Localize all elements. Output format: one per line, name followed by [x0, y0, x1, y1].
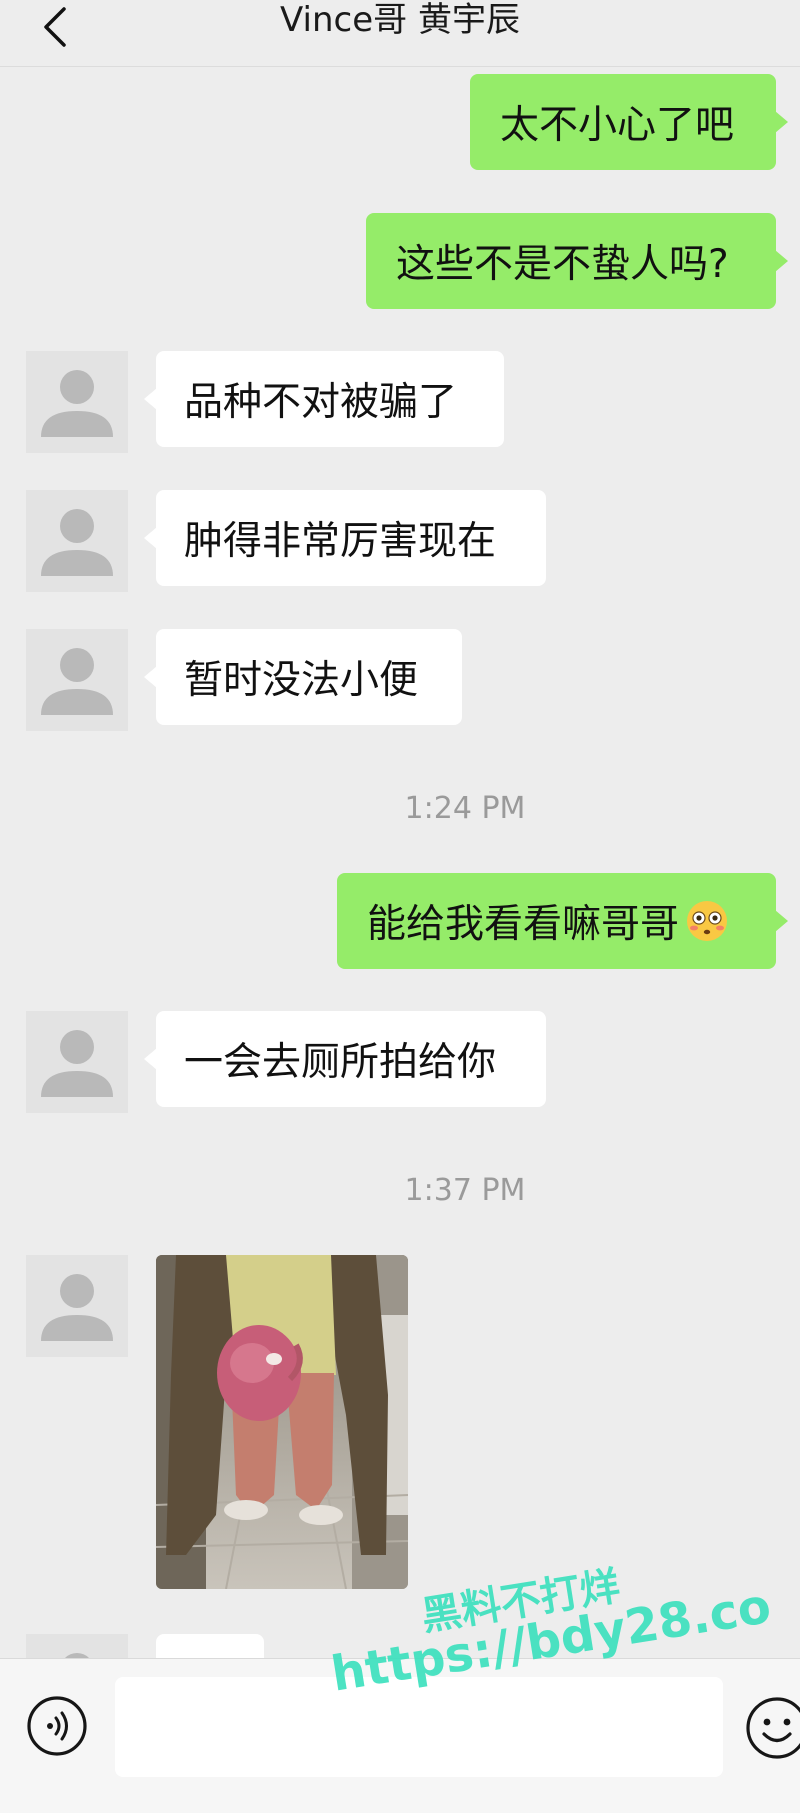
- message-text: 能给我看看嘛哥哥: [367, 902, 680, 947]
- emoji-icon: [746, 1697, 800, 1759]
- message-list[interactable]: 太不小心了吧 这些不是不蛰人吗? 品种不对被骗了 肿得非常厉害现在 暂时没法小便…: [0, 67, 800, 1674]
- chat-header: Vince哥 黄宇辰: [0, 0, 800, 67]
- photo-thumbnail: [156, 1255, 408, 1589]
- sent-message[interactable]: 能给我看看嘛哥哥: [337, 873, 788, 969]
- flushed-face-emoji-icon: [687, 901, 728, 941]
- default-avatar-icon: [26, 351, 128, 453]
- message-text: 太不小心了吧: [500, 103, 735, 148]
- received-message[interactable]: 一会去厕所拍给你: [144, 1011, 546, 1107]
- input-bar: [0, 1658, 800, 1813]
- voice-button[interactable]: [26, 1695, 88, 1757]
- default-avatar-icon: [26, 1255, 128, 1357]
- voice-icon: [27, 1696, 87, 1756]
- chat-title: Vince哥 黄宇辰: [280, 0, 520, 40]
- bubble-tail: [775, 111, 788, 133]
- contact-avatar[interactable]: [26, 351, 128, 453]
- contact-avatar[interactable]: [26, 490, 128, 592]
- bubble-tail: [775, 910, 788, 932]
- bubble-tail: [144, 527, 157, 549]
- default-avatar-icon: [26, 490, 128, 592]
- timestamp: 1:24 PM: [404, 791, 526, 826]
- message-text: 暂时没法小便: [184, 658, 419, 703]
- sent-message[interactable]: 这些不是不蛰人吗?: [366, 213, 788, 309]
- message-input[interactable]: [115, 1677, 723, 1777]
- received-message[interactable]: 暂时没法小便: [144, 629, 462, 725]
- received-image-message[interactable]: [156, 1255, 408, 1589]
- contact-avatar[interactable]: [26, 1011, 128, 1113]
- default-avatar-icon: [26, 629, 128, 731]
- message-text: 这些不是不蛰人吗?: [396, 242, 729, 287]
- message-text: 品种不对被骗了: [184, 380, 458, 425]
- bubble-tail: [775, 250, 788, 272]
- timestamp: 1:37 PM: [404, 1173, 526, 1208]
- received-message[interactable]: 肿得非常厉害现在: [144, 490, 546, 586]
- message-text: 一会去厕所拍给你: [184, 1040, 497, 1085]
- message-text: 肿得非常厉害现在: [184, 519, 497, 564]
- sent-message[interactable]: 太不小心了吧: [470, 74, 788, 170]
- bubble-tail: [144, 1048, 157, 1070]
- default-avatar-icon: [26, 1011, 128, 1113]
- received-message[interactable]: 品种不对被骗了: [144, 351, 504, 447]
- contact-avatar[interactable]: [26, 629, 128, 731]
- contact-avatar[interactable]: [26, 1255, 128, 1357]
- bubble-tail: [144, 666, 157, 688]
- emoji-button[interactable]: [744, 1695, 800, 1761]
- bubble-tail: [144, 388, 157, 410]
